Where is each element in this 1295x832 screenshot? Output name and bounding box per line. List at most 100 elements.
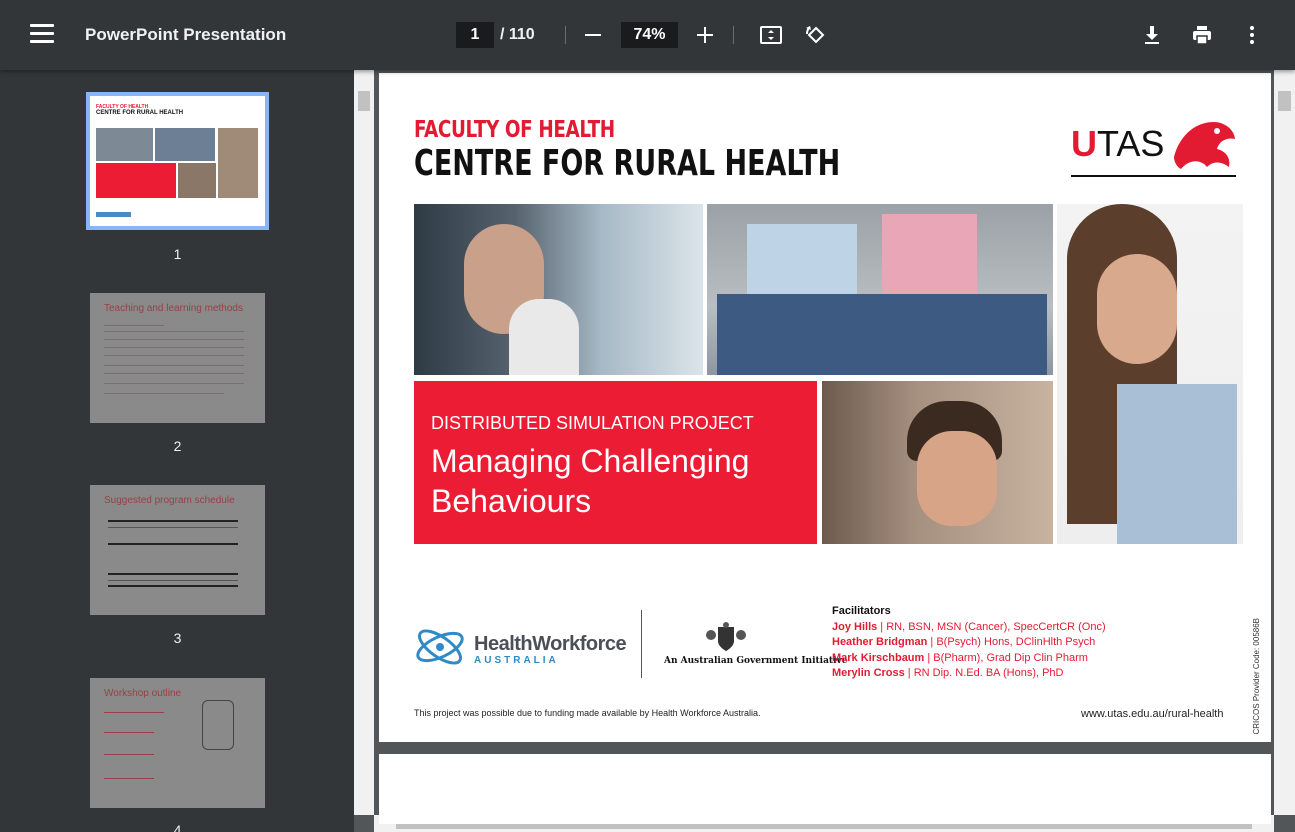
facilitator-creds: | RN Dip. N.Ed. BA (Hons), PhD bbox=[904, 667, 1064, 679]
thumb-table-line bbox=[108, 543, 238, 545]
logo-divider bbox=[641, 610, 642, 678]
download-icon[interactable] bbox=[1140, 23, 1164, 47]
pdf-page-1: FACULTY OF HEALTH CENTRE FOR RURAL HEALT… bbox=[379, 73, 1271, 742]
thumb-text-line bbox=[104, 365, 244, 366]
facilitator-name: Merylin Cross bbox=[832, 667, 905, 679]
hwa-name: HealthWorkforce bbox=[474, 633, 627, 655]
scroll-thumb[interactable] bbox=[358, 91, 370, 111]
title-banner: DISTRIBUTED SIMULATION PROJECT Managing … bbox=[414, 381, 817, 544]
cricos-code: CRICOS Provider Code: 00586B bbox=[1252, 618, 1261, 735]
faculty-heading: FACULTY OF HEALTH bbox=[414, 117, 615, 143]
thumb-text-line bbox=[104, 732, 154, 733]
facilitator-item: Heather Bridgman | B(Psych) Hons, DClinH… bbox=[832, 636, 1095, 648]
hwa-sub: AUSTRALIA bbox=[474, 655, 559, 666]
facilitator-item: Mark Kirschbaum | B(Pharm), Grad Dip Cli… bbox=[832, 652, 1088, 664]
thumb-table-line bbox=[108, 585, 238, 587]
thumbnail-number: 1 bbox=[173, 246, 182, 262]
thumbnail-number: 4 bbox=[173, 822, 182, 832]
thumbnail-page-4[interactable]: Workshop outline bbox=[90, 678, 265, 808]
centre-heading: CENTRE FOR RURAL HEALTH bbox=[414, 143, 841, 184]
thumb-heading: Suggested program schedule bbox=[104, 495, 235, 506]
left-scrollbar[interactable] bbox=[354, 70, 374, 815]
arguing-couple-photo bbox=[707, 204, 1053, 375]
thumb-photo bbox=[218, 128, 258, 198]
facilitator-creds: | B(Pharm), Grad Dip Clin Pharm bbox=[924, 652, 1088, 664]
zoom-out-button[interactable] bbox=[585, 34, 601, 36]
funding-note: This project was possible due to funding… bbox=[414, 708, 761, 718]
page-total: / 110 bbox=[500, 26, 535, 43]
more-options-icon[interactable] bbox=[1240, 23, 1264, 47]
logo-underline bbox=[1071, 175, 1236, 177]
thumb-photo bbox=[178, 163, 216, 198]
utas-logo: UTAS bbox=[1071, 123, 1164, 165]
presentation-title: Managing Challenging Behaviours bbox=[431, 441, 749, 521]
thumb-red-box bbox=[96, 163, 176, 198]
thumbnail-sidebar: FACULTY OF HEALTH CENTRE FOR RURAL HEALT… bbox=[0, 70, 354, 832]
facilitator-name: Joy Hills bbox=[832, 621, 878, 633]
thumb-text-line bbox=[104, 778, 154, 779]
thumb-text-line bbox=[104, 355, 244, 356]
thumb-table-line bbox=[108, 573, 238, 575]
thumb-text-line bbox=[104, 383, 244, 384]
facilitator-item: Merylin Cross | RN Dip. N.Ed. BA (Hons),… bbox=[832, 667, 1064, 679]
website-url: www.utas.edu.au/rural-health bbox=[1081, 708, 1224, 720]
facilitators-heading: Facilitators bbox=[832, 605, 891, 617]
facilitator-name: Heather Bridgman bbox=[832, 636, 928, 648]
logo-tas: TAS bbox=[1097, 123, 1165, 164]
project-label: DISTRIBUTED SIMULATION PROJECT bbox=[431, 413, 754, 433]
facilitator-creds: | B(Psych) Hons, DClinHlth Psych bbox=[927, 636, 1096, 648]
scroll-thumb[interactable] bbox=[1278, 91, 1291, 111]
gov-initiative-text: An Australian Government Initiative bbox=[664, 656, 848, 666]
menu-icon[interactable] bbox=[30, 24, 54, 46]
document-viewer[interactable]: FACULTY OF HEALTH CENTRE FOR RURAL HEALT… bbox=[354, 70, 1295, 832]
thumb-heading: Workshop outline bbox=[104, 688, 182, 699]
thumbnail-number: 2 bbox=[173, 438, 182, 454]
divider bbox=[733, 26, 734, 44]
thumb-text-line bbox=[104, 325, 164, 326]
zoom-in-button[interactable] bbox=[697, 27, 713, 43]
shouting-woman-photo bbox=[1057, 204, 1243, 544]
thumb-text-line bbox=[104, 339, 244, 340]
hwa-swirl-icon bbox=[416, 629, 464, 665]
facilitator-name: Mark Kirschbaum bbox=[832, 652, 925, 664]
logo-u: U bbox=[1071, 123, 1097, 164]
pdf-toolbar: PowerPoint Presentation 1 / 110 74% bbox=[0, 0, 1295, 70]
thumb-text-line bbox=[104, 393, 224, 394]
title-line-2: Behaviours bbox=[431, 483, 592, 519]
vertical-scrollbar[interactable] bbox=[1274, 70, 1295, 815]
thumb-text-line bbox=[104, 373, 244, 374]
thumb-text-line bbox=[104, 712, 164, 713]
thumb-table-line bbox=[108, 520, 238, 522]
pdf-page-2 bbox=[379, 754, 1271, 824]
zoom-input[interactable]: 74% bbox=[621, 22, 678, 48]
thumb-logo bbox=[96, 212, 131, 217]
thumb-photo bbox=[96, 128, 153, 161]
thumbnail-page-3[interactable]: Suggested program schedule bbox=[90, 485, 265, 615]
thumb-photo bbox=[155, 128, 215, 161]
print-icon[interactable] bbox=[1190, 23, 1214, 47]
rotate-icon[interactable] bbox=[804, 23, 828, 47]
thumb-text-line bbox=[104, 331, 244, 332]
thumbnail-page-1[interactable]: FACULTY OF HEALTH CENTRE FOR RURAL HEALT… bbox=[86, 92, 269, 230]
thumbnail-page-2[interactable]: Teaching and learning methods bbox=[90, 293, 265, 423]
coat-of-arms-icon bbox=[706, 622, 746, 651]
page-number-input[interactable]: 1 bbox=[456, 22, 494, 48]
anxious-man-photo bbox=[822, 381, 1053, 544]
document-title: PowerPoint Presentation bbox=[85, 25, 287, 44]
lion-emblem-icon bbox=[1174, 122, 1235, 169]
divider bbox=[565, 26, 566, 44]
thumb-heading: Teaching and learning methods bbox=[104, 303, 243, 314]
fit-to-page-icon[interactable] bbox=[759, 23, 783, 47]
thumbnail-number: 3 bbox=[173, 630, 182, 646]
thumb-table-line bbox=[108, 580, 238, 581]
facilitator-item: Joy Hills | RN, BSN, MSN (Cancer), SpecC… bbox=[832, 621, 1106, 633]
worried-woman-photo bbox=[414, 204, 703, 375]
thumb-table-line bbox=[108, 527, 238, 528]
thumb-cartoon bbox=[202, 700, 234, 750]
title-line-1: Managing Challenging bbox=[431, 443, 750, 479]
thumb-text-line bbox=[104, 347, 244, 348]
thumb-text-line bbox=[104, 754, 154, 755]
health-workforce-logo: HealthWorkforce AUSTRALIA bbox=[414, 621, 627, 678]
facilitator-creds: | RN, BSN, MSN (Cancer), SpecCertCR (Onc… bbox=[877, 621, 1106, 633]
thumb-centre: CENTRE FOR RURAL HEALTH bbox=[96, 110, 184, 116]
